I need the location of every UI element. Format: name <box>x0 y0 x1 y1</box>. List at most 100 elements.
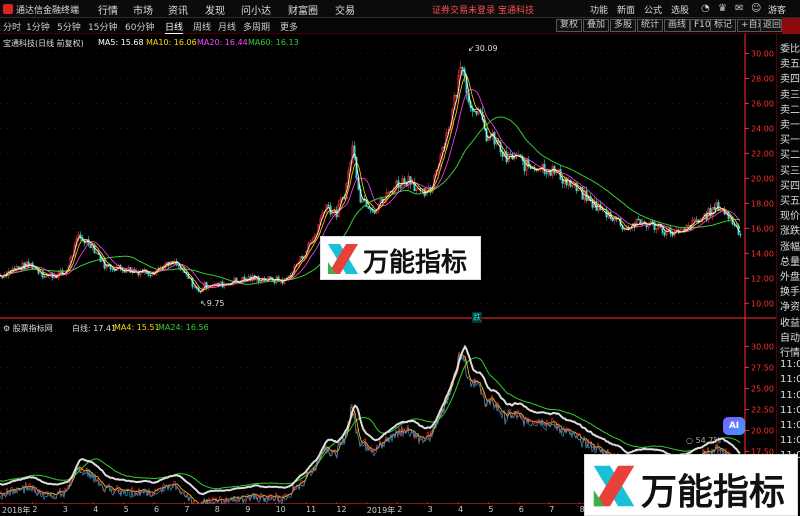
quote-side-panel: 委比 卖五 卖四 卖三 卖二 卖一 买一 买二 买三 买四 买五 现价 涨跌 涨幅 总量 外盘 换手 净资 收益 自动… <box>776 34 800 506</box>
side-panel-item: 买二 <box>780 150 800 162</box>
white-line-legend: 白线: 17.41 <box>72 324 117 333</box>
price-tick-label: 14.00 <box>751 249 774 258</box>
candle-body <box>89 244 92 249</box>
tab-1min[interactable]: 1分钟 <box>26 20 50 33</box>
side-panel-item: 买五 <box>780 196 800 207</box>
side-panel-item: 委比 <box>780 44 800 55</box>
ai-assistant-button[interactable]: AI <box>723 417 745 435</box>
candle-body <box>369 208 372 210</box>
candle-body <box>399 186 402 189</box>
indicator-title: ⚙ 股票指标网 <box>3 324 53 333</box>
side-panel-item: 卖四 <box>780 74 800 86</box>
menu-quotes[interactable]: 行情 <box>98 2 118 17</box>
candle-body <box>473 110 476 113</box>
draw-line-button[interactable]: 画线 <box>664 19 691 32</box>
menu-functions[interactable]: 功能 <box>590 3 608 16</box>
adjust-button[interactable]: 复权 <box>556 19 583 32</box>
side-panel-item: 换手 <box>780 287 800 299</box>
time-axis-label: 4 <box>93 505 99 514</box>
tab-15min[interactable]: 15分钟 <box>88 20 117 33</box>
candle-body <box>221 281 224 288</box>
side-panel-item: 买一 <box>780 135 800 147</box>
tab-monthly[interactable]: 月线 <box>218 20 236 33</box>
tab-multi-period[interactable]: 多周期 <box>243 20 270 33</box>
price-tick-label: 18.00 <box>751 199 774 208</box>
time-axis-label: 8 <box>214 505 220 514</box>
current-stock-name: 宝通科技 <box>498 6 535 16</box>
side-panel-item: 11:0 <box>780 374 800 386</box>
banner-title-top: 万能指标 <box>363 248 468 278</box>
menu-stock-picker[interactable]: 选股 <box>671 3 689 16</box>
guest-label[interactable]: 游客 <box>768 3 786 16</box>
candle-body <box>511 154 514 160</box>
candle-body <box>637 218 640 220</box>
mark-button[interactable]: 标记 <box>710 19 737 32</box>
candle-body <box>461 66 464 69</box>
time-axis-label: 9 <box>245 505 251 514</box>
side-panel-toggle[interactable] <box>782 18 800 34</box>
side-panel-item: 买三 <box>780 165 800 177</box>
menu-news[interactable]: 资讯 <box>168 2 188 17</box>
tab-more[interactable]: 更多 <box>280 20 298 33</box>
price-tick-label: 28.00 <box>751 74 774 83</box>
time-axis-label: 12 <box>336 505 347 514</box>
watermark-banner-top: 万能指标 <box>320 236 481 280</box>
side-panel-item: 买四 <box>780 180 800 192</box>
message-icon[interactable]: ✉ <box>735 3 743 14</box>
time-axis-label: 2019年 <box>366 506 396 515</box>
side-panel-item: 卖三 <box>780 89 800 101</box>
menu-formula[interactable]: 公式 <box>644 3 662 16</box>
side-panel-item: 总量 <box>780 256 800 268</box>
tab-daily[interactable]: 日线 <box>165 20 184 34</box>
indicator-tick-label: 30.00 <box>751 342 774 351</box>
candle-body <box>475 111 478 115</box>
price-panel-title: 宝通科技(日线 前复权) <box>3 39 84 48</box>
side-panel-item: 11:0 <box>780 359 800 371</box>
side-panel-item: 卖二 <box>780 104 800 116</box>
menu-discover[interactable]: 发现 <box>205 2 225 17</box>
menu-trade[interactable]: 交易 <box>335 2 355 17</box>
login-notice[interactable]: 证券交易未登录 <box>432 3 495 16</box>
candle-body <box>301 256 304 259</box>
indicator-tick-label: 20.00 <box>751 427 774 436</box>
time-axis-label: 6 <box>154 505 160 514</box>
back-button[interactable]: 返回 <box>760 19 782 32</box>
multi-stock-button[interactable]: 多股 <box>610 19 637 32</box>
ma24-legend: MA24: 16.56 <box>158 323 209 332</box>
candle-body <box>683 228 686 230</box>
overlay-button[interactable]: 叠加 <box>583 19 610 32</box>
statistics-button[interactable]: 统计 <box>637 19 664 32</box>
ma5-legend: MA5: 15.68 <box>98 38 144 47</box>
candle-body <box>273 281 276 284</box>
price-tick-label: 10.00 <box>751 299 774 308</box>
trophy-icon[interactable]: ♛ <box>718 3 727 14</box>
app-title: 通达信金融终端 <box>16 6 80 16</box>
candle-body <box>343 197 346 200</box>
side-panel-item: 卖一 <box>780 120 800 131</box>
candle-body <box>663 232 666 236</box>
side-panel-item: 11:0 <box>780 389 800 401</box>
tab-intraday[interactable]: 分时 <box>3 20 21 33</box>
candle-body <box>149 274 152 277</box>
candle-body <box>403 178 406 183</box>
time-axis-label: 2 <box>32 505 38 514</box>
time-axis-label: 10 <box>275 505 286 514</box>
candle-body <box>639 219 642 224</box>
menu-wealth-circle[interactable]: 财富圈 <box>288 2 318 17</box>
banner-title-bottom: 万能指标 <box>641 472 786 513</box>
price-tick-label: 30.00 <box>751 49 774 58</box>
candle-body <box>455 94 458 97</box>
watermark-banner-bottom: 万能指标 <box>584 454 798 516</box>
menu-market[interactable]: 市场 <box>133 2 153 17</box>
tab-60min[interactable]: 60分钟 <box>125 20 154 33</box>
time-axis-label: 5 <box>488 505 494 514</box>
tab-weekly[interactable]: 周线 <box>193 20 211 33</box>
headset-icon[interactable]: ◔ <box>701 3 710 14</box>
candle-body <box>695 219 698 221</box>
side-panel-item: 外盘 <box>780 272 800 283</box>
menu-ask-xiaoda[interactable]: 问小达 <box>241 2 271 17</box>
user-icon[interactable]: ☺ <box>751 3 761 14</box>
menu-new-page[interactable]: 新面 <box>617 3 635 16</box>
time-axis-label: 11 <box>306 505 317 514</box>
tab-5min[interactable]: 5分钟 <box>57 20 81 33</box>
